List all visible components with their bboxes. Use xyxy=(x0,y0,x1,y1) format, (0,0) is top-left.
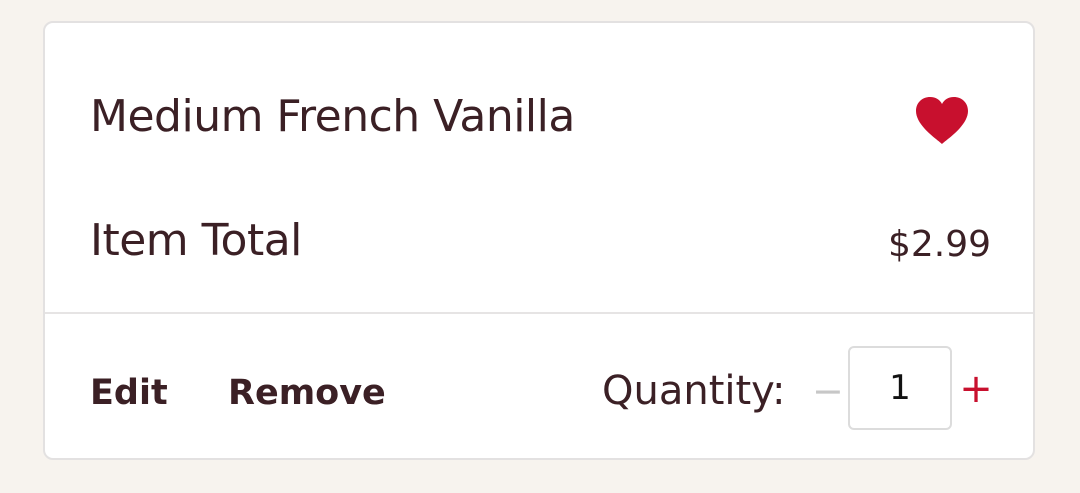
increase-quantity-button[interactable]: + xyxy=(959,364,993,414)
item-total-label: Item Total xyxy=(90,215,302,266)
quantity-input[interactable] xyxy=(848,346,952,430)
cart-item-card: Medium French Vanilla Item Total $2.99 E… xyxy=(43,21,1035,460)
remove-button[interactable]: Remove xyxy=(228,371,386,415)
heart-icon xyxy=(916,97,968,144)
favorite-button[interactable] xyxy=(913,94,971,146)
item-total-value: $2.99 xyxy=(887,224,991,265)
quantity-label: Quantity: xyxy=(602,368,786,414)
item-name: Medium French Vanilla xyxy=(90,91,575,142)
edit-button[interactable]: Edit xyxy=(90,371,168,415)
decrease-quantity-button[interactable]: − xyxy=(812,366,844,416)
divider xyxy=(45,312,1033,314)
